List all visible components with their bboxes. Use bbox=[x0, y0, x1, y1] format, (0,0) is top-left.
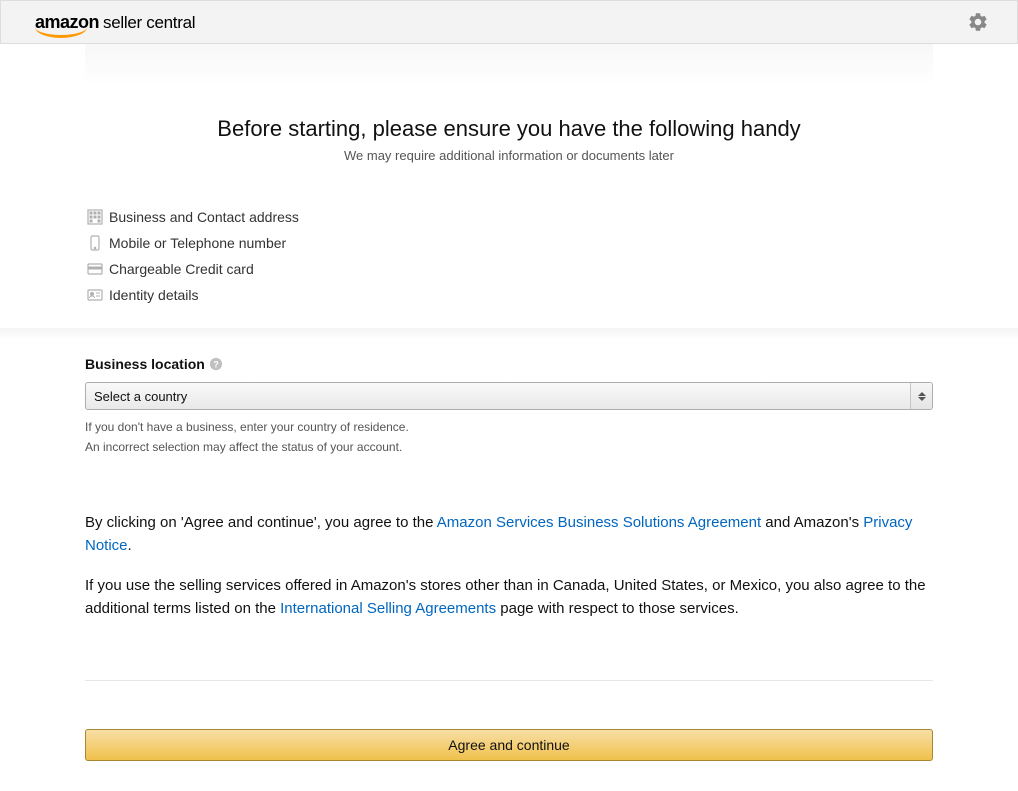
agreement-text-part: . bbox=[128, 537, 132, 554]
requirements-list: Business and Contact address Mobile or T… bbox=[85, 209, 933, 303]
page-title: Before starting, please ensure you have … bbox=[85, 116, 933, 142]
intl-selling-link[interactable]: International Selling Agreements bbox=[280, 600, 496, 617]
main-container: Before starting, please ensure you have … bbox=[85, 44, 933, 791]
requirement-label: Identity details bbox=[109, 287, 199, 303]
logo-secondary: seller central bbox=[103, 13, 195, 33]
intro-block: Before starting, please ensure you have … bbox=[85, 44, 933, 163]
logo[interactable]: amazon seller central bbox=[35, 12, 195, 33]
gear-icon[interactable] bbox=[967, 11, 989, 33]
location-section: Business location ? Select a country If … bbox=[0, 327, 1018, 620]
requirement-item: Business and Contact address bbox=[87, 209, 933, 225]
location-helper-1: If you don't have a business, enter your… bbox=[85, 420, 933, 434]
business-agreement-link[interactable]: Amazon Services Business Solutions Agree… bbox=[437, 514, 761, 531]
agreement-text: By clicking on 'Agree and continue', you… bbox=[85, 512, 933, 620]
id-card-icon bbox=[87, 287, 103, 303]
agreement-text-part: and Amazon's bbox=[761, 514, 863, 531]
country-select-wrap: Select a country bbox=[85, 382, 933, 410]
page-subtitle: We may require additional information or… bbox=[85, 148, 933, 163]
credit-card-icon bbox=[87, 261, 103, 277]
location-label: Business location bbox=[85, 356, 205, 372]
location-helper-2: An incorrect selection may affect the st… bbox=[85, 440, 933, 454]
phone-icon bbox=[87, 235, 103, 251]
requirement-item: Identity details bbox=[87, 287, 933, 303]
requirement-label: Chargeable Credit card bbox=[109, 261, 254, 277]
top-bar: amazon seller central bbox=[0, 0, 1018, 44]
logo-primary: amazon bbox=[35, 12, 99, 33]
requirement-item: Chargeable Credit card bbox=[87, 261, 933, 277]
help-icon[interactable]: ? bbox=[209, 357, 223, 371]
svg-text:?: ? bbox=[213, 360, 218, 370]
requirement-label: Business and Contact address bbox=[109, 209, 299, 225]
country-select[interactable]: Select a country bbox=[85, 382, 933, 410]
requirement-label: Mobile or Telephone number bbox=[109, 235, 286, 251]
footer-area: Agree and continue bbox=[85, 680, 933, 761]
building-icon bbox=[87, 209, 103, 225]
agreement-text-part: page with respect to those services. bbox=[496, 600, 739, 617]
agreement-text-part: By clicking on 'Agree and continue', you… bbox=[85, 514, 437, 531]
requirement-item: Mobile or Telephone number bbox=[87, 235, 933, 251]
location-label-row: Business location ? bbox=[85, 356, 933, 372]
agree-continue-button[interactable]: Agree and continue bbox=[85, 729, 933, 761]
